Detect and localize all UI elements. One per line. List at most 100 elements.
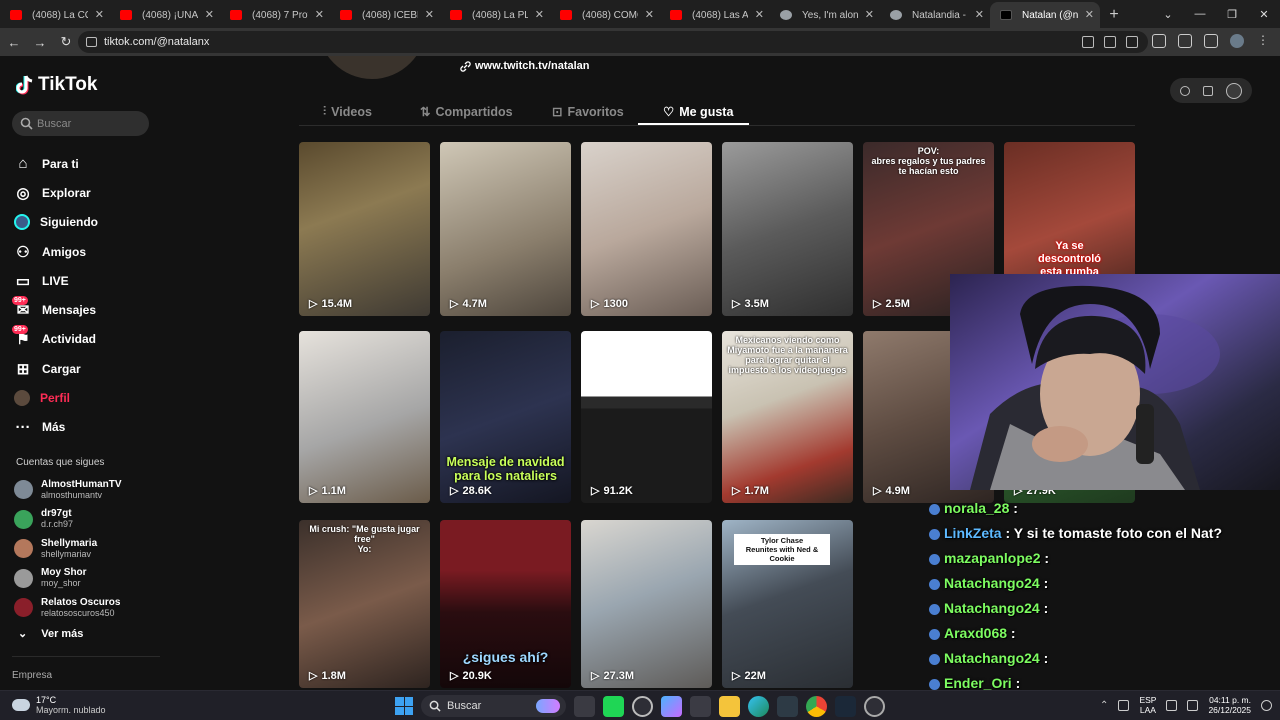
close-tab-icon[interactable]: ✕ bbox=[535, 8, 544, 21]
tab-favoritos[interactable]: ⊡ Favoritos bbox=[550, 98, 626, 125]
video-card[interactable]: ▷ 1.1M bbox=[299, 331, 430, 503]
browser-tab[interactable]: Natalandia - DEM ✕ bbox=[880, 2, 990, 28]
search-input[interactable]: Buscar bbox=[12, 111, 149, 136]
video-card[interactable]: ▷ 15.4M bbox=[299, 142, 430, 316]
maximize-button[interactable]: ❐ bbox=[1216, 0, 1248, 28]
close-tab-icon[interactable]: ✕ bbox=[865, 8, 874, 21]
copilot-app-icon[interactable] bbox=[661, 695, 682, 717]
chevron-down-icon[interactable]: ⌄ bbox=[1152, 0, 1184, 28]
translate-icon[interactable] bbox=[1104, 36, 1116, 48]
reading-list-icon[interactable] bbox=[1204, 34, 1218, 48]
close-tab-icon[interactable]: ✕ bbox=[645, 8, 654, 21]
sidebar-item-upload[interactable]: ⊞ Cargar bbox=[14, 354, 98, 383]
forward-button[interactable]: → bbox=[28, 30, 52, 54]
video-card[interactable]: ▷ 1300 bbox=[581, 142, 712, 316]
browser-tab[interactable]: Yes, I'm alone. by ✕ bbox=[770, 2, 880, 28]
install-app-icon[interactable] bbox=[1082, 36, 1094, 48]
chevron-up-icon[interactable]: ⌃ bbox=[1100, 700, 1108, 711]
browser-tab[interactable]: (4068) COMO VE ✕ bbox=[550, 2, 660, 28]
tab-me-gusta[interactable]: ♡ Me gusta bbox=[661, 98, 735, 125]
store-icon[interactable] bbox=[690, 695, 711, 717]
browser-tab[interactable]: (4068) Las Adiccio ✕ bbox=[660, 2, 770, 28]
following-account[interactable]: Moy Shor moy_shor bbox=[14, 564, 122, 594]
network-icon[interactable] bbox=[1166, 699, 1178, 711]
play-icon: ▷ bbox=[450, 485, 459, 497]
sidebar-item-activity[interactable]: ⚑ 99+ Actividad bbox=[12, 325, 98, 354]
close-window-button[interactable]: ✕ bbox=[1248, 0, 1280, 28]
bookmark-star-icon[interactable] bbox=[1126, 36, 1138, 48]
coin-icon[interactable] bbox=[1180, 85, 1191, 96]
user-avatar[interactable] bbox=[1225, 82, 1242, 99]
start-button[interactable] bbox=[395, 697, 413, 715]
profile-bio-link[interactable]: www.twitch.tv/natalan bbox=[460, 60, 590, 72]
browser-tab[interactable]: Natalan (@natala ✕ bbox=[990, 2, 1100, 28]
close-tab-icon[interactable]: ✕ bbox=[425, 8, 434, 21]
close-tab-icon[interactable]: ✕ bbox=[975, 8, 984, 21]
obs-icon[interactable] bbox=[864, 695, 885, 717]
chat-username: Natachango24 bbox=[944, 575, 1040, 591]
following-account[interactable]: Shellymaria shellymariav bbox=[14, 534, 122, 564]
downloads-icon[interactable] bbox=[1178, 34, 1192, 48]
chrome-icon[interactable] bbox=[806, 695, 827, 717]
browser-tab[interactable]: (4068) 7 Profecías ✕ bbox=[220, 2, 330, 28]
minimize-button[interactable]: — bbox=[1184, 0, 1216, 28]
video-card[interactable]: Tylor Chase Reunites with Ned & Cookie ▷ 2… bbox=[722, 520, 853, 688]
app-terminal-icon[interactable] bbox=[777, 695, 798, 717]
browser-tab[interactable]: (4068) La CQ era t ✕ bbox=[0, 2, 110, 28]
back-button[interactable]: ← bbox=[2, 30, 26, 54]
tab-compartidos[interactable]: ⇅ Compartidos bbox=[418, 98, 515, 125]
reload-button[interactable]: ↻ bbox=[54, 30, 78, 54]
tab-videos[interactable]: ⫶ Videos bbox=[321, 98, 374, 125]
weather-widget[interactable]: 17°C Mayorm. nublado bbox=[12, 695, 106, 715]
close-tab-icon[interactable]: ✕ bbox=[755, 8, 764, 21]
following-account[interactable]: AlmostHumanTV almosthumantv bbox=[14, 475, 122, 505]
sidebar-item-following[interactable]: Siguiendo bbox=[14, 208, 98, 237]
app-green-icon[interactable] bbox=[603, 695, 624, 717]
steam-icon[interactable] bbox=[835, 695, 856, 717]
browser-tab[interactable]: (4068) La PLAZA ✕ bbox=[440, 2, 550, 28]
close-tab-icon[interactable]: ✕ bbox=[95, 8, 104, 21]
browser-profile-avatar[interactable] bbox=[1230, 34, 1244, 48]
sidebar-item-friends[interactable]: ⚇ Amigos bbox=[14, 237, 98, 266]
clock[interactable]: 04:11 p. m. 26/12/2025 bbox=[1208, 695, 1251, 715]
phone-icon[interactable] bbox=[1202, 85, 1213, 96]
footer-link-empresa[interactable]: Empresa bbox=[12, 670, 52, 681]
site-info-icon[interactable] bbox=[86, 37, 97, 47]
see-more-button[interactable]: ⌄ Ver más bbox=[18, 627, 83, 641]
edge-icon[interactable] bbox=[748, 695, 769, 717]
new-tab-button[interactable]: + bbox=[1100, 2, 1128, 28]
close-tab-icon[interactable]: ✕ bbox=[1085, 8, 1094, 21]
video-card[interactable]: ▷ 4.7M bbox=[440, 142, 571, 316]
sidebar-item-more[interactable]: ··· Más bbox=[14, 413, 98, 442]
browser-tab[interactable]: (4068) ¡UNA PAN ✕ bbox=[110, 2, 220, 28]
language-indicator[interactable]: ESP LAA bbox=[1139, 695, 1156, 715]
video-card[interactable]: Mensaje de navidad para los nataliers ▷ 28… bbox=[440, 331, 571, 503]
sidebar-item-profile[interactable]: Perfil bbox=[14, 383, 98, 412]
browser-menu-icon[interactable]: ⋮ bbox=[1256, 34, 1270, 48]
taskbar-search[interactable]: Buscar bbox=[421, 695, 566, 717]
video-card[interactable]: ▷ 27.3M bbox=[581, 520, 712, 688]
address-bar[interactable]: tiktok.com/@natalanx bbox=[78, 31, 1148, 53]
file-explorer-icon[interactable] bbox=[719, 695, 740, 717]
browser-tab[interactable]: (4068) ICEBERG D ✕ bbox=[330, 2, 440, 28]
following-account[interactable]: Relatos Oscuros relatososcuros450 bbox=[14, 593, 122, 623]
microphone-icon[interactable] bbox=[1118, 699, 1130, 711]
video-card[interactable]: ¿sigues ahí? ▷ 20.9K bbox=[440, 520, 571, 688]
video-card[interactable]: ▷ 91.2K bbox=[581, 331, 712, 503]
video-card[interactable]: Mexicanos viendo como Miyamoto fue a la … bbox=[722, 331, 853, 503]
video-card[interactable]: ▷ 3.5M bbox=[722, 142, 853, 316]
sidebar-item-compass[interactable]: ◎ Explorar bbox=[14, 178, 98, 207]
volume-icon[interactable] bbox=[1187, 699, 1199, 711]
notifications-icon[interactable] bbox=[1261, 699, 1272, 711]
video-card[interactable]: Mi crush: "Me gusta jugar free" Yo: ▷ 1.8M bbox=[299, 520, 430, 688]
sidebar-item-live[interactable]: ▭ LIVE bbox=[14, 266, 98, 295]
close-tab-icon[interactable]: ✕ bbox=[205, 8, 214, 21]
extensions-icon[interactable] bbox=[1152, 34, 1166, 48]
app-circle-icon[interactable] bbox=[632, 695, 653, 717]
tiktok-logo[interactable]: TikTok bbox=[16, 74, 97, 96]
close-tab-icon[interactable]: ✕ bbox=[315, 8, 324, 21]
sidebar-item-messages[interactable]: ✉ 99+ Mensajes bbox=[12, 295, 98, 324]
following-account[interactable]: dr97gt d.r.ch97 bbox=[14, 505, 122, 535]
task-view-icon[interactable] bbox=[574, 695, 595, 717]
sidebar-item-home[interactable]: ⌂ Para ti bbox=[14, 149, 98, 178]
